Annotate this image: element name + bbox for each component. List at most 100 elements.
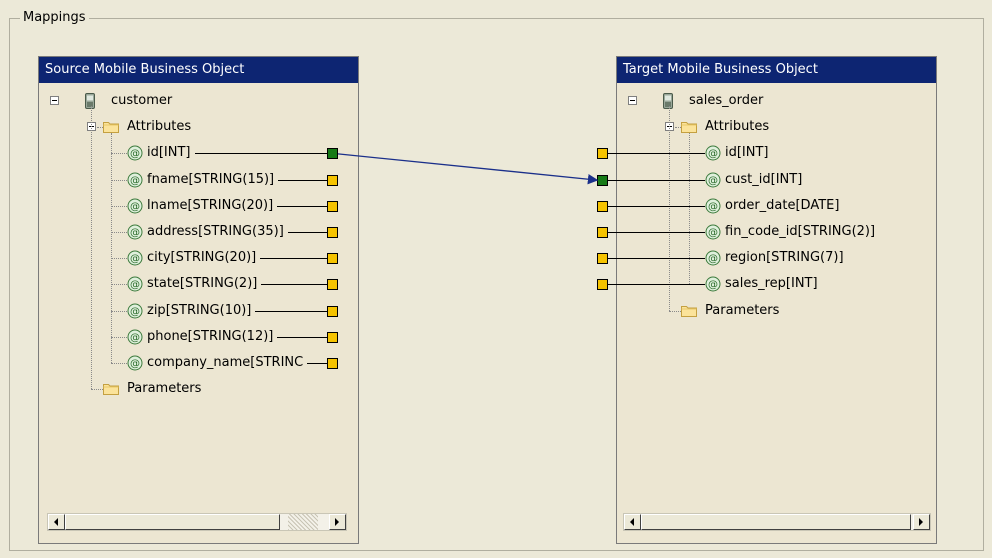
source-tree[interactable]: customer Attributes @ id[INT] @ fname[STRING(…: [39, 57, 358, 543]
mapping-port[interactable]: [327, 279, 338, 291]
attribute-label[interactable]: zip[STRING(10)]: [147, 301, 251, 321]
scroll-track[interactable]: [288, 514, 318, 530]
attribute-label[interactable]: phone[STRING(12)]: [147, 327, 273, 347]
mappings-group-title: Mappings: [20, 10, 89, 26]
scroll-thumb[interactable]: [65, 514, 280, 530]
folder-icon: [681, 121, 697, 134]
svg-text:@: @: [130, 149, 140, 160]
connector-line: [277, 205, 327, 207]
connector-line: [608, 232, 705, 233]
mapping-port[interactable]: [327, 200, 338, 212]
connector-line: [277, 336, 327, 338]
connector-line: [608, 284, 705, 286]
attribute-label[interactable]: lname[STRING(20)]: [147, 196, 273, 216]
mapping-port[interactable]: [327, 358, 338, 369]
attribute-label[interactable]: id[INT]: [147, 143, 191, 163]
svg-text:@: @: [708, 280, 718, 291]
svg-text:@: @: [130, 254, 140, 265]
attribute-label[interactable]: sales_rep[INT]: [725, 274, 818, 294]
svg-text:@: @: [130, 175, 140, 186]
arrow-right-icon: [919, 518, 923, 526]
attribute-label[interactable]: region[STRING(7)]: [725, 248, 844, 268]
mapping-port[interactable]: [597, 253, 608, 265]
attribute-icon: @: [127, 250, 143, 266]
tree-connector: [111, 205, 127, 207]
scroll-left-button[interactable]: [48, 514, 65, 530]
connector-line: [608, 258, 705, 260]
parameters-folder-label: Parameters: [127, 381, 202, 397]
tree-connector: [111, 310, 127, 312]
mapping-port[interactable]: [327, 305, 338, 317]
attribute-icon: @: [705, 224, 721, 240]
connector-line: [261, 284, 327, 286]
connector-line: [260, 258, 327, 260]
mapping-port[interactable]: [327, 227, 338, 238]
connector-line: [608, 205, 705, 207]
scroll-right-button[interactable]: [913, 514, 930, 530]
mapping-port[interactable]: [327, 253, 338, 265]
attribute-label[interactable]: city[STRING(20)]: [147, 248, 256, 268]
attribute-label[interactable]: cust_id[INT]: [725, 170, 802, 190]
attribute-icon: @: [127, 303, 143, 319]
mapping-port[interactable]: [597, 174, 608, 186]
mapping-port[interactable]: [327, 174, 338, 186]
mapping-port[interactable]: [597, 148, 608, 160]
attribute-icon: @: [705, 250, 721, 266]
svg-text:@: @: [130, 280, 140, 291]
attribute-label[interactable]: fin_code_id[STRING(2)]: [725, 222, 875, 242]
connector-line: [255, 310, 327, 312]
tree-connector: [111, 179, 127, 181]
svg-text:@: @: [130, 332, 140, 343]
mapping-port[interactable]: [597, 227, 608, 238]
tree-connector: [111, 363, 127, 364]
attribute-label[interactable]: state[STRING(2)]: [147, 274, 257, 294]
mapping-port[interactable]: [597, 200, 608, 212]
attribute-icon: @: [705, 198, 721, 214]
mobile-device-icon: [663, 93, 673, 109]
tree-connector: [111, 284, 127, 286]
attribute-icon: @: [705, 145, 721, 161]
connector-line: [194, 153, 327, 155]
tree-connector: [111, 258, 127, 260]
attributes-folder-label: Attributes: [127, 119, 192, 135]
svg-text:@: @: [130, 228, 140, 239]
source-horizontal-scrollbar[interactable]: [47, 513, 347, 531]
tree-connector: [91, 106, 92, 390]
svg-text:@: @: [130, 359, 140, 370]
attribute-icon: @: [705, 172, 721, 188]
svg-text:@: @: [708, 201, 718, 212]
attribute-label[interactable]: company_name[STRINC: [147, 353, 303, 373]
scroll-right-button[interactable]: [329, 514, 346, 530]
tree-connector: [97, 127, 103, 129]
attribute-label[interactable]: order_date[DATE]: [725, 196, 839, 216]
collapse-minus-icon[interactable]: [50, 96, 59, 105]
folder-icon: [103, 121, 119, 134]
tree-connector: [111, 133, 112, 363]
tree-connector: [689, 133, 690, 285]
mapping-port[interactable]: [327, 331, 338, 343]
mobile-device-icon: [85, 93, 95, 109]
mapping-port[interactable]: [327, 148, 338, 160]
tree-connector: [669, 310, 681, 312]
tree-connector: [111, 232, 127, 233]
target-horizontal-scrollbar[interactable]: [623, 513, 931, 531]
scroll-thumb[interactable]: [641, 514, 911, 530]
mapping-port[interactable]: [597, 279, 608, 291]
collapse-minus-icon[interactable]: [628, 96, 637, 105]
attribute-label[interactable]: fname[STRING(15)]: [147, 170, 274, 190]
svg-text:@: @: [130, 201, 140, 212]
attribute-label[interactable]: id[INT]: [725, 143, 769, 163]
tree-connector: [675, 127, 681, 129]
tree-connector: [111, 153, 127, 155]
connector-line: [608, 153, 705, 155]
tree-connector: [91, 389, 103, 391]
svg-text:@: @: [708, 175, 718, 186]
connector-line: [278, 179, 327, 181]
attribute-label[interactable]: address[STRING(35)]: [147, 222, 284, 242]
scroll-left-button[interactable]: [624, 514, 641, 530]
arrow-right-icon: [335, 518, 339, 526]
svg-text:@: @: [130, 306, 140, 317]
target-tree[interactable]: sales_order Attributes @ id[INT] @ cust_id[IN…: [597, 57, 936, 543]
folder-icon: [103, 383, 119, 396]
attribute-icon: @: [127, 329, 143, 345]
